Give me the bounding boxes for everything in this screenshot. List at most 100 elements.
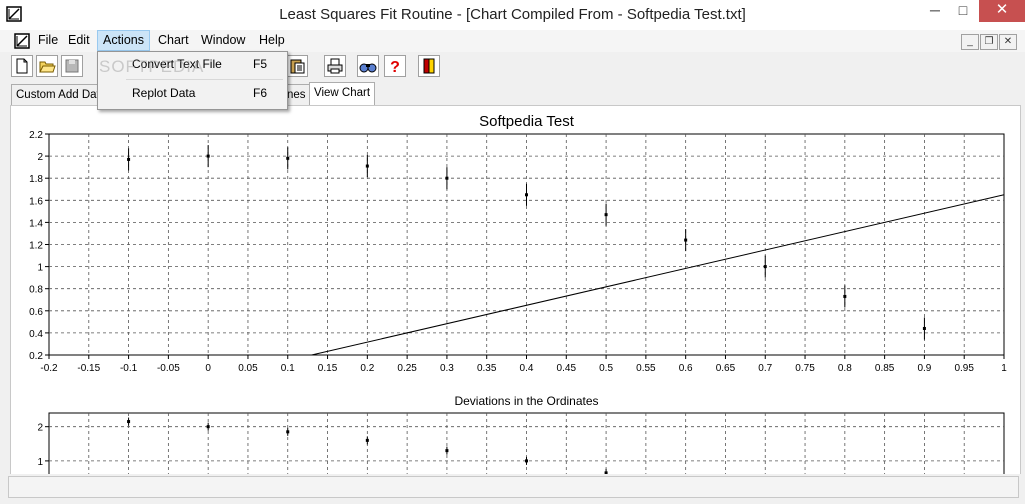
x-tick-label: -0.2 [40, 363, 58, 374]
data-point [604, 213, 608, 217]
data-point [127, 420, 131, 424]
data-point [525, 459, 528, 463]
watermark-text: SOFTPEDIA [99, 57, 205, 76]
menu-file[interactable]: File [33, 31, 63, 50]
chart-title: Deviations in the Ordinates [454, 394, 598, 408]
chart-panel: Softpedia Test -0.2 -0.15 -0.1 -0.05 0 0.05 0.1… [10, 105, 1021, 475]
y-tick-label: 0.8 [29, 285, 43, 296]
x-tick-label: -0.15 [77, 363, 100, 374]
menu-chart[interactable]: Chart [153, 31, 194, 50]
status-panel [8, 476, 1019, 498]
y-tick-label: 0.4 [29, 329, 43, 340]
x-tick-label: 0 [205, 363, 211, 374]
menu-window[interactable]: Window [196, 31, 250, 50]
data-point [843, 294, 847, 298]
find-button[interactable] [357, 55, 379, 77]
x-tick-label: 0.35 [477, 363, 497, 374]
menu-item-label: Replot Data [132, 86, 196, 100]
exit-door-icon [423, 58, 435, 74]
binoculars-icon [359, 63, 377, 73]
svg-text:?: ? [390, 59, 400, 76]
mdi-restore-button[interactable]: ❐ [980, 34, 998, 50]
chart-title: Softpedia Test [479, 113, 575, 130]
x-tick-label: -0.05 [157, 363, 180, 374]
x-tick-label: 0.7 [758, 363, 772, 374]
minimize-button[interactable]: ─ [922, 0, 948, 22]
menu-edit[interactable]: Edit [63, 31, 95, 50]
x-tick-label: 0.05 [238, 363, 258, 374]
y-tick-label: 1.2 [29, 241, 43, 252]
x-tick-label: 0.75 [795, 363, 815, 374]
menu-actions[interactable]: Actions [97, 30, 150, 51]
x-tick-label: 1 [1001, 363, 1007, 374]
y-tick-label: 1.4 [29, 218, 43, 229]
x-tick-label: 0.3 [440, 363, 454, 374]
y-tick-label: 0.6 [29, 307, 43, 318]
window-title: Least Squares Fit Routine - [Chart Compi… [279, 6, 746, 23]
open-folder-icon [39, 61, 56, 73]
data-point [684, 238, 688, 242]
x-tick-label: 0.6 [679, 363, 693, 374]
new-file-icon [16, 58, 28, 74]
data-point [525, 193, 528, 197]
x-tick-label: 0.15 [318, 363, 338, 374]
x-tick-label: 0.8 [838, 363, 852, 374]
save-button[interactable] [61, 55, 83, 77]
x-tick-label: 0.5 [599, 363, 613, 374]
title-bar: Least Squares Fit Routine - [Chart Compi… [0, 0, 1025, 31]
x-tick-label: 0.85 [875, 363, 895, 374]
mdi-close-button[interactable]: ✕ [999, 34, 1017, 50]
menu-help[interactable]: Help [254, 31, 290, 50]
data-point [127, 157, 131, 161]
y-tick-label: 2.2 [29, 130, 43, 141]
help-button[interactable]: ? [384, 55, 406, 77]
x-tick-label: 0.1 [281, 363, 295, 374]
menu-item-shortcut: F5 [253, 57, 268, 71]
close-button[interactable]: ✕ [979, 0, 1025, 22]
menu-separator [126, 79, 283, 80]
x-tick-label: 0.65 [716, 363, 736, 374]
mdi-minimize-button[interactable]: _ [961, 34, 979, 50]
y-tick-label: 1 [37, 263, 43, 274]
menu-item-replot-data[interactable]: Replot Data F6 [98, 82, 287, 104]
data-point [922, 326, 926, 330]
data-point [763, 265, 767, 269]
tab-custom-add-data[interactable]: Custom Add Data [11, 84, 109, 105]
y-tick-label: 0.2 [29, 351, 43, 362]
data-point [445, 449, 449, 453]
print-icon [327, 58, 343, 74]
data-point [365, 164, 369, 168]
y-tick-label: 1 [37, 457, 43, 468]
maximize-button[interactable]: □ [950, 0, 976, 22]
y-tick-label: 1.8 [29, 174, 43, 185]
data-point [206, 154, 210, 158]
help-icon: ? [390, 59, 400, 76]
x-tick-label: 0.25 [397, 363, 417, 374]
x-tick-label: -0.1 [120, 363, 138, 374]
data-point [365, 438, 369, 442]
new-file-button[interactable] [11, 55, 33, 77]
data-point [206, 425, 210, 429]
data-point [286, 430, 290, 434]
print-button[interactable] [324, 55, 346, 77]
x-tick-label: 0.45 [557, 363, 577, 374]
y-tick-label: 1.6 [29, 196, 43, 207]
open-file-button[interactable] [36, 55, 58, 77]
data-point [286, 156, 290, 160]
data-point [445, 176, 449, 180]
x-tick-label: 0.4 [520, 363, 534, 374]
x-tick-label: 0.9 [917, 363, 931, 374]
save-icon [65, 59, 79, 73]
tab-view-chart[interactable]: View Chart [309, 82, 376, 106]
paste-button[interactable] [286, 55, 308, 77]
mdi-child-icon[interactable] [14, 33, 30, 49]
menu-item-shortcut: F6 [253, 86, 268, 100]
x-tick-label: 0.2 [360, 363, 374, 374]
x-tick-label: 0.55 [636, 363, 656, 374]
paste-icon [290, 59, 305, 74]
y-tick-label: 2 [37, 423, 43, 434]
exit-button[interactable] [418, 55, 440, 77]
y-tick-label: 2 [37, 152, 43, 163]
x-tick-label: 0.95 [954, 363, 974, 374]
charts-svg: Softpedia Test -0.2 -0.15 -0.1 -0.05 0 0.05 0.1… [29, 113, 1007, 474]
